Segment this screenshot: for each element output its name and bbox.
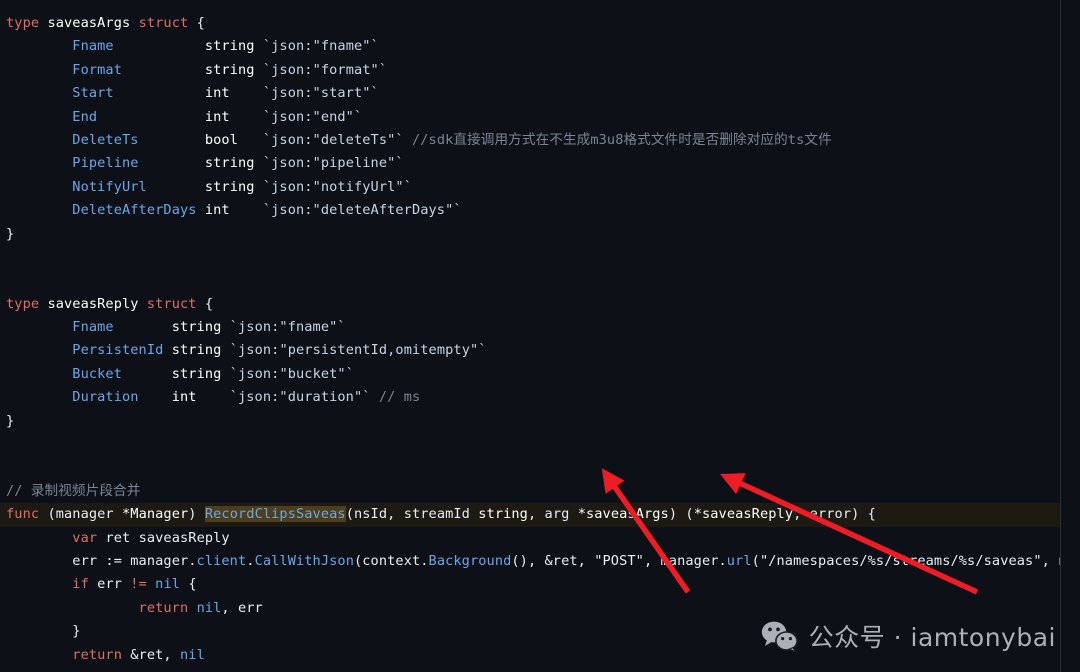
code-line[interactable]: DeleteAfterDays int `json:"deleteAfterDa… xyxy=(0,199,1060,222)
code-line[interactable]: Fname string `json:"fname"` xyxy=(0,316,1060,339)
inline-comment: //sdk直接调用方式在不生成m3u8格式文件时是否删除对应的ts文件 xyxy=(411,131,832,148)
code-line-blank[interactable] xyxy=(0,433,1060,456)
code-line[interactable]: } xyxy=(0,223,1060,246)
function-name-highlight[interactable]: RecordClipsSaveas xyxy=(204,506,346,523)
code-line[interactable]: } xyxy=(0,667,1060,672)
code-line[interactable]: type saveasReply struct { xyxy=(0,293,1060,316)
function-doc-comment: // 录制视频片段合并 xyxy=(6,482,141,499)
code-line[interactable]: if err != nil { xyxy=(0,573,1060,596)
code-line[interactable]: Start int `json:"start"` xyxy=(0,82,1060,105)
code-line[interactable]: NotifyUrl string `json:"notifyUrl"` xyxy=(0,176,1060,199)
code-line-function-signature[interactable]: func (manager *Manager) RecordClipsSavea… xyxy=(0,503,1060,527)
code-line[interactable]: Format string `json:"format"` xyxy=(0,59,1060,82)
code-line[interactable]: DeleteTs bool `json:"deleteTs"` //sdk直接调… xyxy=(0,129,1060,152)
code-line[interactable]: } xyxy=(0,410,1060,433)
code-line[interactable]: return nil, err xyxy=(0,597,1060,620)
code-line[interactable]: End int `json:"end"` xyxy=(0,106,1060,129)
screenshot-root: type saveasArgs struct { Fname string `j… xyxy=(0,0,1080,672)
code-line[interactable]: Bucket string `json:"bucket"` xyxy=(0,363,1060,386)
code-line[interactable]: Duration int `json:"duration"` // ms xyxy=(0,386,1060,409)
code-line-blank[interactable] xyxy=(0,269,1060,292)
code-line[interactable]: err := manager.client.CallWithJson(conte… xyxy=(0,550,1060,573)
code-editor[interactable]: type saveasArgs struct { Fname string `j… xyxy=(0,0,1061,672)
code-lines: type saveasArgs struct { Fname string `j… xyxy=(0,12,1060,672)
code-line[interactable]: var ret saveasReply xyxy=(0,527,1060,550)
code-line[interactable]: PersistenId string `json:"persistentId,o… xyxy=(0,339,1060,362)
watermark: 公众号 · iamtonybai xyxy=(761,618,1056,654)
code-line-blank[interactable] xyxy=(0,246,1060,269)
code-line[interactable]: Pipeline string `json:"pipeline"` xyxy=(0,152,1060,175)
wechat-icon xyxy=(761,621,798,652)
code-line-blank[interactable] xyxy=(0,456,1060,479)
code-line[interactable]: type saveasArgs struct { xyxy=(0,12,1060,35)
code-line[interactable]: Fname string `json:"fname"` xyxy=(0,35,1060,58)
watermark-text: 公众号 · iamtonybai xyxy=(808,623,1056,652)
code-line-doc-comment[interactable]: // 录制视频片段合并 xyxy=(0,480,1060,503)
inline-comment: // ms xyxy=(378,389,421,406)
